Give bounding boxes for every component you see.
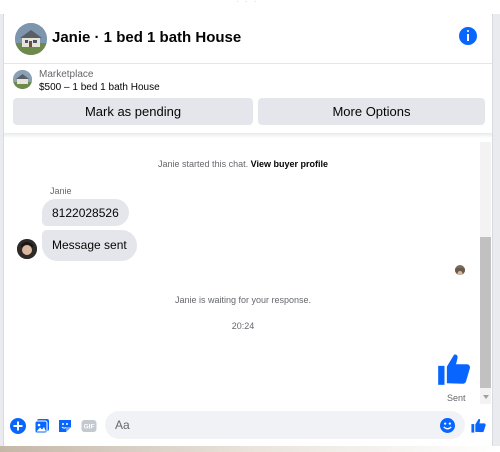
message-input[interactable] [105,411,465,439]
like-icon[interactable] [470,417,487,434]
listing-avatar[interactable] [15,23,47,55]
listing-price-title[interactable]: $500 – 1 bed 1 bath House [39,82,160,93]
add-icon[interactable] [10,418,26,434]
top-strip-dots: · · · [236,0,259,6]
marketplace-label: Marketplace [39,69,94,80]
info-icon[interactable] [459,27,477,45]
bottom-strip [0,446,500,452]
gif-icon[interactable]: GIF [81,418,97,434]
chat-started-notice: Janie started this chat. View buyer prof… [4,159,482,169]
chat-window: Janie · 1 bed 1 bath House Marketplace $… [3,14,493,452]
chat-started-text: Janie started this chat. [158,159,249,169]
sent-status: Sent [447,393,466,403]
photo-icon[interactable] [34,418,50,434]
more-options-button[interactable]: More Options [258,98,485,125]
scrollbar-thumb[interactable] [480,237,491,388]
mark-as-pending-button[interactable]: Mark as pending [13,98,253,125]
message-timestamp: 20:24 [231,321,255,331]
listing-thumbnail[interactable] [13,70,32,89]
view-buyer-profile-link[interactable]: View buyer profile [251,159,328,169]
message-bubble[interactable]: 8122028526 [42,199,129,226]
message-bubble[interactable]: Message sent [42,230,137,261]
scroll-down-arrow[interactable] [483,395,489,399]
chat-title[interactable]: Janie · 1 bed 1 bath House [52,29,241,46]
gif-label: GIF [84,424,95,431]
chat-header: Janie · 1 bed 1 bath House [4,14,492,64]
sent-like-icon [435,350,473,388]
marketplace-listing: Marketplace $500 – 1 bed 1 bath House Ma… [4,64,492,134]
emoji-icon[interactable] [440,418,455,433]
sender-avatar[interactable] [17,239,37,259]
read-receipt-avatar [455,265,465,275]
sender-name: Janie [50,186,72,196]
top-strip: · · · [0,0,500,14]
waiting-notice: Janie is waiting for your response. [174,295,312,305]
message-list: Janie started this chat. View buyer prof… [4,138,492,408]
sticker-icon[interactable] [57,418,73,434]
